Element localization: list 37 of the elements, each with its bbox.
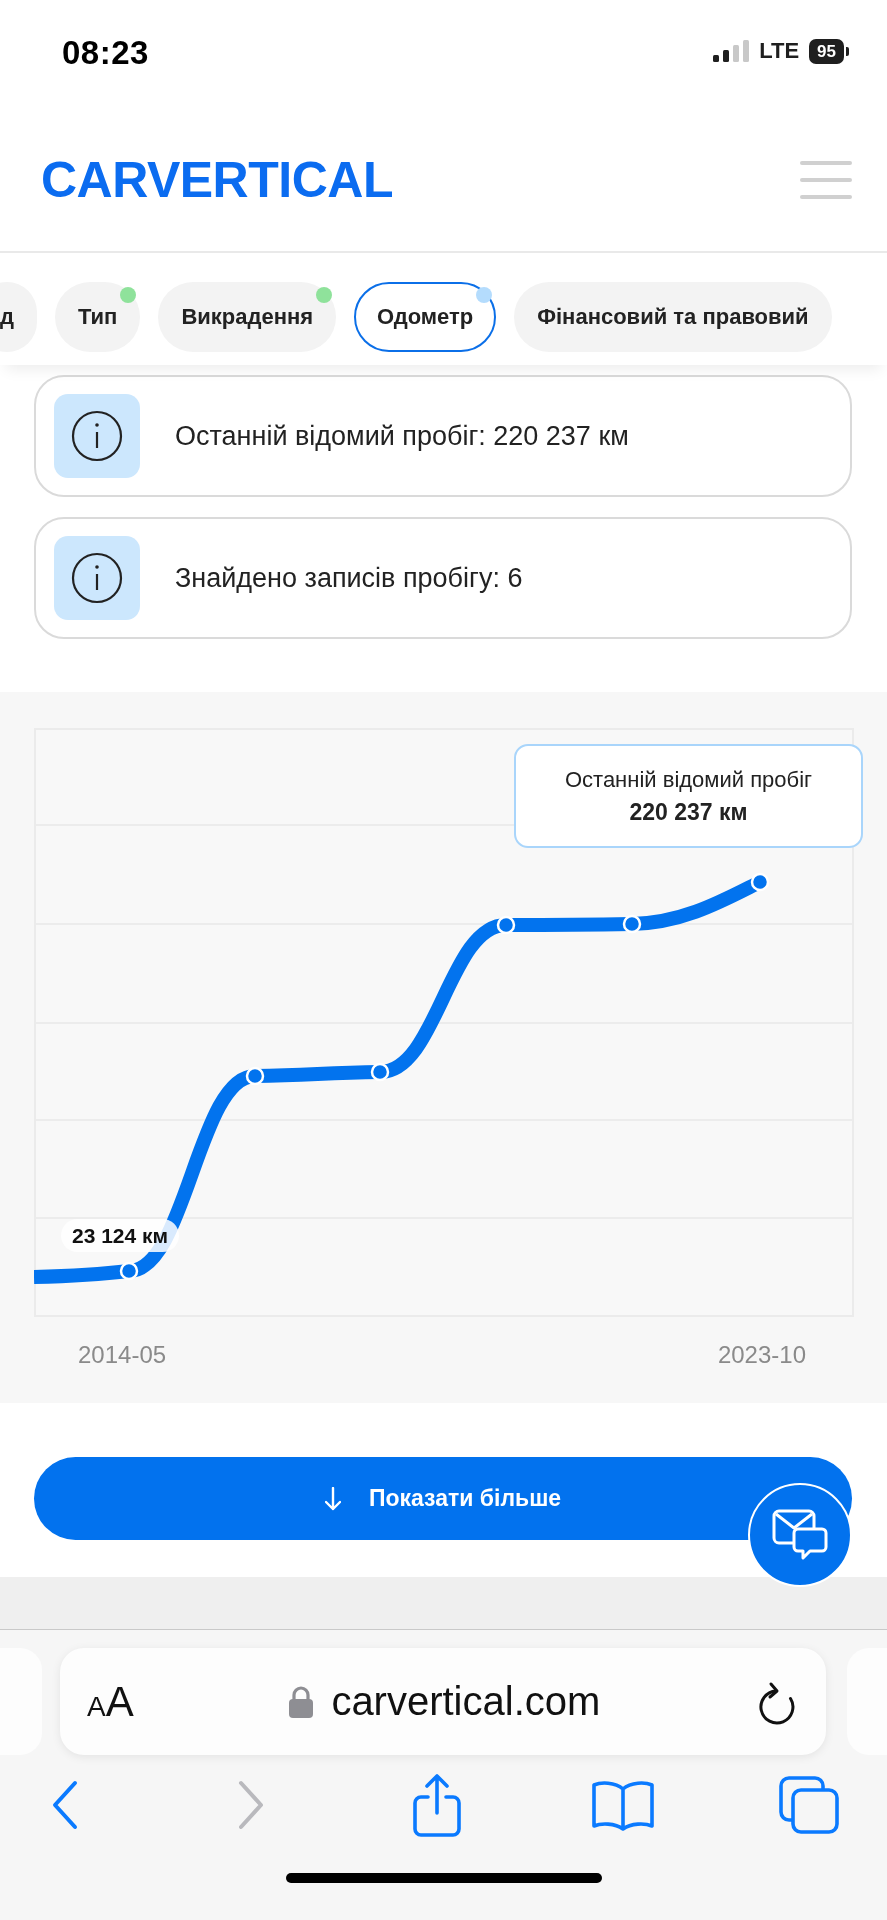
data-point <box>370 1062 390 1082</box>
arrow-down-icon <box>324 1486 341 1511</box>
logo[interactable]: CARVERTICAL <box>41 154 393 205</box>
signal-icon <box>713 40 750 62</box>
category-tab[interactable]: Тип <box>54 282 141 352</box>
info-text: Знайдено записів пробігу: 6 <box>175 562 523 594</box>
data-point <box>245 1066 265 1086</box>
category-tab[interactable]: д <box>0 282 37 352</box>
category-tab[interactable]: Фінансовий та правовий <box>514 282 832 352</box>
status-time: 08:23 <box>62 36 149 69</box>
tabs-icon <box>779 1776 839 1834</box>
axis-label: 2014-05 <box>78 1341 167 1369</box>
show-more-button[interactable]: Показати більше <box>34 1457 852 1540</box>
data-point <box>750 872 770 892</box>
tooltip-title: Останній відомий пробіг <box>564 766 813 793</box>
category-tab[interactable]: Викрадення <box>158 282 337 352</box>
axis-label: 2023-10 <box>717 1341 806 1369</box>
address-bar[interactable]: AA carvertical.com <box>60 1648 826 1755</box>
info-text: Останній відомий пробіг: 220 237 км <box>175 420 629 452</box>
share-icon <box>411 1773 463 1837</box>
tooltip-value: 220 237 км <box>629 798 748 826</box>
info-icon <box>54 394 140 478</box>
chevron-left-icon <box>51 1780 79 1830</box>
category-tab[interactable]: Одометр <box>354 282 497 352</box>
value-label: 23 124 км <box>61 1219 180 1252</box>
info-icon <box>54 536 140 620</box>
url-text: carvertical.com <box>331 1679 601 1724</box>
text-size-button[interactable]: AA <box>87 1680 134 1723</box>
data-point <box>496 915 516 935</box>
chevron-right-icon <box>237 1780 265 1830</box>
open-book-icon <box>591 1779 655 1831</box>
data-point <box>622 914 642 934</box>
data-point <box>119 1261 139 1281</box>
envelope-chat-icon <box>772 1509 828 1561</box>
battery-indicator: 95 <box>809 38 849 64</box>
lock-icon <box>289 1685 314 1718</box>
network-label: LTE <box>759 38 800 64</box>
